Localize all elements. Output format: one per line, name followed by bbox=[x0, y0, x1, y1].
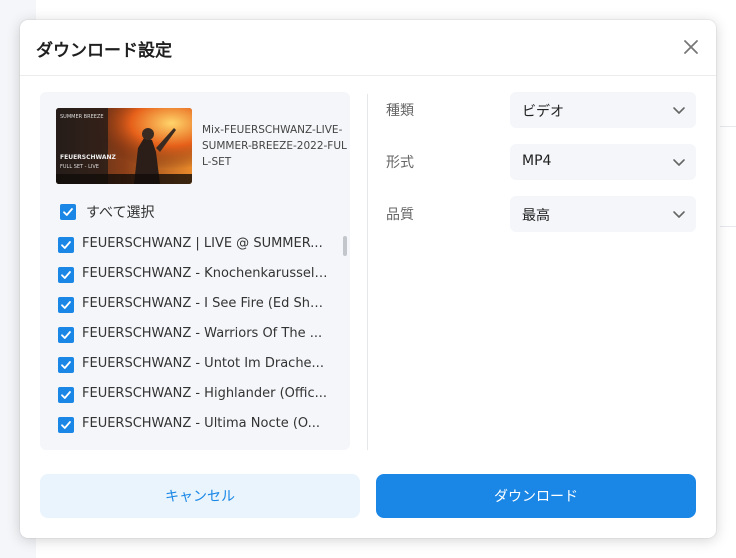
dialog-title: ダウンロード設定 bbox=[36, 41, 172, 61]
checkmark-icon bbox=[61, 331, 71, 339]
format-label: 形式 bbox=[386, 155, 414, 171]
checkmark-icon bbox=[61, 301, 71, 309]
select-all-checkbox[interactable] bbox=[60, 204, 76, 220]
type-select[interactable]: ビデオ bbox=[510, 92, 696, 128]
download-settings-dialog: ダウンロード設定 SUMMER BREEZE FEUERSCHWANZ FULL… bbox=[20, 20, 716, 538]
format-select[interactable]: MP4 bbox=[510, 144, 696, 180]
item-checkbox[interactable] bbox=[58, 327, 74, 343]
list-item[interactable]: FEUERSCHWANZ | LIVE @ SUMMER... bbox=[58, 236, 340, 267]
thumbnail-text-top: SUMMER BREEZE bbox=[60, 114, 104, 120]
list-scrollbar[interactable] bbox=[343, 236, 347, 256]
chevron-down-icon bbox=[673, 107, 685, 114]
item-label: FEUERSCHWANZ - Highlander (Offic... bbox=[82, 386, 328, 401]
item-checkbox[interactable] bbox=[58, 357, 74, 373]
item-label: FEUERSCHWANZ - Untot Im Drache... bbox=[82, 356, 324, 371]
format-select-value: MP4 bbox=[522, 153, 552, 169]
cancel-button[interactable]: キャンセル bbox=[40, 474, 360, 518]
thumbnail-text-main: FEUERSCHWANZ bbox=[60, 154, 116, 161]
close-button[interactable] bbox=[680, 36, 702, 58]
list-item[interactable]: FEUERSCHWANZ - Highlander (Offic... bbox=[58, 386, 340, 417]
video-thumbnail: SUMMER BREEZE FEUERSCHWANZ FULL SET - LI… bbox=[56, 108, 192, 184]
item-checkbox[interactable] bbox=[58, 417, 74, 433]
item-label: FEUERSCHWANZ - Warriors Of The ... bbox=[82, 326, 323, 341]
checkmark-icon bbox=[61, 421, 71, 429]
close-icon bbox=[684, 40, 698, 54]
header-divider bbox=[20, 75, 716, 76]
item-checkbox[interactable] bbox=[58, 297, 74, 313]
panel-divider bbox=[367, 94, 368, 450]
item-checkbox[interactable] bbox=[58, 387, 74, 403]
quality-select[interactable]: 最高 bbox=[510, 196, 696, 232]
item-checkbox[interactable] bbox=[58, 237, 74, 253]
checkmark-icon bbox=[63, 208, 73, 216]
checkmark-icon bbox=[61, 241, 71, 249]
list-item[interactable]: FEUERSCHWANZ - Ultima Nocte (O... bbox=[58, 416, 340, 447]
type-select-value: ビデオ bbox=[522, 104, 564, 120]
select-all-label[interactable]: すべて選択 bbox=[86, 202, 154, 222]
checkmark-icon bbox=[61, 361, 71, 369]
list-item[interactable]: FEUERSCHWANZ - I See Fire (Ed She... bbox=[58, 296, 340, 327]
quality-label: 品質 bbox=[386, 207, 414, 223]
list-item[interactable]: FEUERSCHWANZ - Warriors Of The ... bbox=[58, 326, 340, 357]
item-label: FEUERSCHWANZ | LIVE @ SUMMER... bbox=[82, 236, 323, 251]
background-divider bbox=[720, 226, 736, 227]
download-button[interactable]: ダウンロード bbox=[376, 474, 696, 518]
type-label: 種類 bbox=[386, 103, 414, 119]
item-label: FEUERSCHWANZ - Knochenkarussell... bbox=[82, 266, 328, 281]
background-divider bbox=[720, 126, 736, 127]
checkmark-icon bbox=[61, 391, 71, 399]
chevron-down-icon bbox=[673, 159, 685, 166]
list-item[interactable]: FEUERSCHWANZ - Knochenkarussell... bbox=[58, 266, 340, 297]
thumbnail-text-sub: FULL SET - LIVE bbox=[60, 164, 99, 170]
quality-select-value: 最高 bbox=[522, 208, 550, 224]
list-item[interactable]: FEUERSCHWANZ - Untot Im Drache... bbox=[58, 356, 340, 387]
item-label: FEUERSCHWANZ - Ultima Nocte (O... bbox=[82, 416, 321, 431]
media-list-panel: SUMMER BREEZE FEUERSCHWANZ FULL SET - LI… bbox=[40, 92, 350, 450]
chevron-down-icon bbox=[673, 211, 685, 218]
item-checkbox[interactable] bbox=[58, 267, 74, 283]
media-title: Mix-FEUERSCHWANZ-LIVE-SUMMER-BREEZE-2022… bbox=[202, 124, 347, 168]
checkmark-icon bbox=[61, 271, 71, 279]
item-label: FEUERSCHWANZ - I See Fire (Ed She... bbox=[82, 296, 328, 311]
